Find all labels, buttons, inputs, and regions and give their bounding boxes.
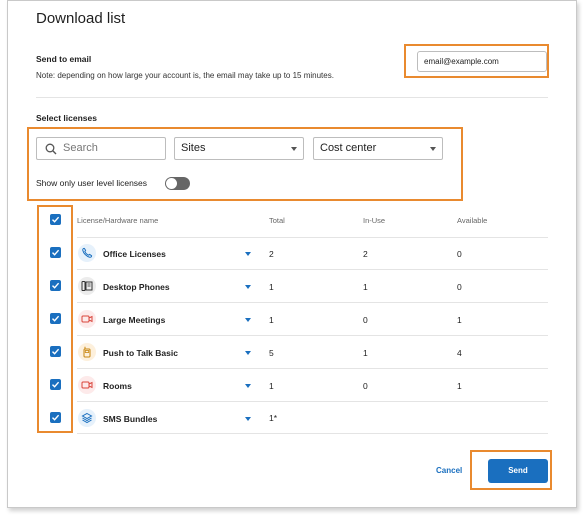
license-name: Desktop Phones bbox=[103, 282, 170, 292]
total-value: 1 bbox=[269, 381, 274, 391]
row-divider bbox=[77, 237, 548, 238]
available-value: 1 bbox=[457, 381, 462, 391]
inuse-value: 0 bbox=[363, 315, 368, 325]
desk-phone-icon bbox=[78, 277, 96, 295]
inuse-value: 2 bbox=[363, 249, 368, 259]
row-checkbox[interactable] bbox=[50, 247, 61, 258]
cost-center-dropdown-value: Cost center bbox=[320, 142, 377, 154]
license-name: SMS Bundles bbox=[103, 414, 158, 424]
email-note: Note: depending on how large your accoun… bbox=[36, 71, 334, 80]
select-all-checkbox[interactable] bbox=[50, 214, 61, 225]
row-divider bbox=[77, 433, 548, 434]
select-licenses-label: Select licenses bbox=[36, 113, 97, 123]
row-checkbox[interactable] bbox=[50, 412, 61, 423]
inuse-value: 1 bbox=[363, 348, 368, 358]
check-icon bbox=[52, 381, 60, 388]
user-level-toggle[interactable] bbox=[165, 177, 190, 190]
row-divider bbox=[77, 302, 548, 303]
total-value: 1 bbox=[269, 315, 274, 325]
cancel-button[interactable]: Cancel bbox=[436, 466, 462, 475]
license-name: Rooms bbox=[103, 381, 132, 391]
search-icon bbox=[45, 143, 57, 155]
row-divider bbox=[77, 401, 548, 402]
license-name: Large Meetings bbox=[103, 315, 166, 325]
row-checkbox[interactable] bbox=[50, 280, 61, 291]
search-placeholder: Search bbox=[63, 142, 98, 154]
toggle-knob bbox=[166, 178, 177, 189]
layers-icon bbox=[78, 409, 96, 427]
inuse-value: 1 bbox=[363, 282, 368, 292]
column-header-name: License/Hardware name bbox=[77, 216, 159, 225]
sites-dropdown[interactable]: Sites bbox=[174, 137, 304, 160]
send-to-email-label: Send to email bbox=[36, 54, 92, 64]
total-value: 1 bbox=[269, 282, 274, 292]
cost-center-dropdown[interactable]: Cost center bbox=[313, 137, 443, 160]
walkie-talkie-icon bbox=[78, 343, 96, 361]
column-header-total: Total bbox=[269, 216, 285, 225]
available-value: 0 bbox=[457, 249, 462, 259]
check-icon bbox=[52, 414, 60, 421]
send-button[interactable]: Send bbox=[488, 459, 548, 483]
total-value: 5 bbox=[269, 348, 274, 358]
available-value: 0 bbox=[457, 282, 462, 292]
license-name: Push to Talk Basic bbox=[103, 348, 178, 358]
inuse-value: 0 bbox=[363, 381, 368, 391]
expand-row-icon[interactable] bbox=[245, 384, 251, 388]
sites-dropdown-value: Sites bbox=[181, 142, 206, 154]
email-field[interactable]: email@example.com bbox=[417, 51, 547, 72]
search-input[interactable]: Search bbox=[36, 137, 166, 160]
check-icon bbox=[52, 282, 60, 289]
check-icon bbox=[52, 348, 60, 355]
check-icon bbox=[52, 249, 60, 256]
row-divider bbox=[77, 368, 548, 369]
expand-row-icon[interactable] bbox=[245, 252, 251, 256]
row-divider bbox=[77, 269, 548, 270]
phone-icon bbox=[78, 244, 96, 262]
license-name: Office Licenses bbox=[103, 249, 166, 259]
row-checkbox[interactable] bbox=[50, 379, 61, 390]
check-icon bbox=[52, 216, 60, 223]
divider bbox=[36, 97, 548, 98]
download-list-dialog: Download list Send to email Note: depend… bbox=[7, 0, 577, 508]
expand-row-icon[interactable] bbox=[245, 351, 251, 355]
user-level-toggle-label: Show only user level licenses bbox=[36, 178, 148, 188]
available-value: 4 bbox=[457, 348, 462, 358]
video-camera-icon bbox=[78, 310, 96, 328]
video-camera-icon bbox=[78, 376, 96, 394]
dialog-title: Download list bbox=[36, 10, 126, 27]
chevron-down-icon bbox=[291, 147, 297, 151]
row-checkbox[interactable] bbox=[50, 313, 61, 324]
row-checkbox[interactable] bbox=[50, 346, 61, 357]
expand-row-icon[interactable] bbox=[245, 318, 251, 322]
column-header-inuse: In-Use bbox=[363, 216, 386, 225]
row-divider bbox=[77, 335, 548, 336]
check-icon bbox=[52, 315, 60, 322]
column-header-available: Available bbox=[457, 216, 488, 225]
total-value: 2 bbox=[269, 249, 274, 259]
available-value: 1 bbox=[457, 315, 462, 325]
expand-row-icon[interactable] bbox=[245, 285, 251, 289]
total-value: 1* bbox=[269, 413, 278, 423]
chevron-down-icon bbox=[430, 147, 436, 151]
expand-row-icon[interactable] bbox=[245, 417, 251, 421]
